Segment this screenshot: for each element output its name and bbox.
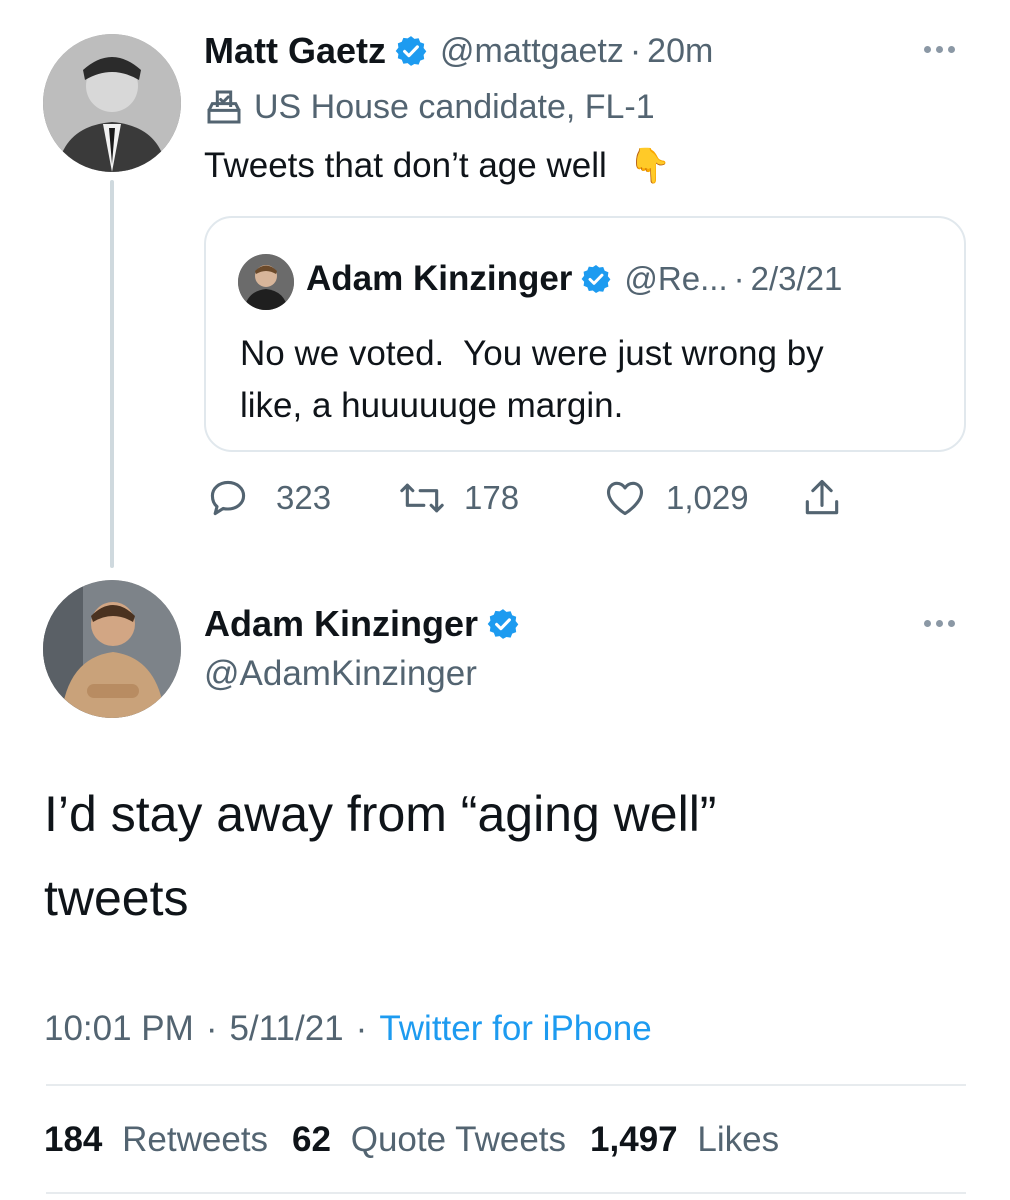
likes-stat[interactable]: 1,497 Likes bbox=[590, 1120, 779, 1160]
verified-badge-icon bbox=[582, 265, 611, 293]
quoted-avatar bbox=[238, 254, 294, 310]
retweets-stat[interactable]: 184 Retweets bbox=[44, 1120, 268, 1160]
divider bbox=[46, 1192, 966, 1194]
tweet-timestamp[interactable]: 20m bbox=[647, 32, 713, 71]
like-button[interactable]: 1,029 bbox=[602, 476, 749, 520]
author-name[interactable]: Adam Kinzinger bbox=[204, 603, 478, 645]
tweet-body: Tweets that don’t age well bbox=[204, 146, 607, 185]
verified-badge-icon bbox=[395, 36, 427, 66]
author-handle[interactable]: @mattgaetz bbox=[440, 32, 624, 71]
separator-dot: · bbox=[355, 1009, 368, 1048]
share-icon bbox=[805, 479, 839, 515]
quote-tweets-count: 62 bbox=[292, 1120, 331, 1159]
quoted-header: Adam Kinzinger @Re... · 2/3/21 bbox=[306, 256, 842, 302]
tweet-meta: 10:01 PM · 5/11/21 · Twitter for iPhone bbox=[44, 1006, 652, 1052]
tweet-text: I’d stay away from “aging well” tweets bbox=[44, 772, 716, 940]
more-options-icon[interactable] bbox=[924, 46, 955, 53]
more-options-icon[interactable] bbox=[924, 620, 955, 627]
retweet-count: 178 bbox=[464, 479, 520, 516]
tweet-header: Adam Kinzinger bbox=[204, 601, 520, 647]
share-button[interactable] bbox=[800, 476, 844, 520]
avatar[interactable] bbox=[43, 34, 181, 172]
retweet-button[interactable]: 178 bbox=[398, 476, 519, 520]
pointing-down-emoji: 👇 bbox=[628, 146, 672, 186]
likes-label: Likes bbox=[697, 1120, 780, 1159]
likes-count: 1,497 bbox=[590, 1120, 678, 1159]
ballot-box-icon bbox=[207, 90, 241, 124]
thread-connector-line bbox=[110, 180, 114, 568]
quoted-text: No we voted. You were just wrong by like… bbox=[240, 328, 824, 432]
tweet-date[interactable]: 5/11/21 bbox=[229, 1009, 343, 1049]
quoted-author-name: Adam Kinzinger bbox=[306, 259, 573, 298]
verified-badge-icon bbox=[487, 609, 519, 639]
retweet-icon bbox=[400, 483, 444, 513]
quoted-text-line: No we voted. You were just wrong by bbox=[240, 334, 824, 373]
tweet-body-line: I’d stay away from “aging well” bbox=[44, 786, 717, 842]
retweets-label: Retweets bbox=[122, 1120, 269, 1159]
separator-dot: · bbox=[205, 1009, 218, 1048]
author-handle[interactable]: @AdamKinzinger bbox=[204, 651, 477, 697]
like-count: 1,029 bbox=[666, 479, 749, 516]
account-label: US House candidate, FL-1 bbox=[204, 84, 655, 130]
reply-button[interactable]: 323 bbox=[206, 476, 331, 520]
separator-dot: · bbox=[629, 31, 642, 70]
avatar[interactable] bbox=[43, 580, 181, 718]
reply-count: 323 bbox=[276, 479, 332, 516]
quoted-author-handle: @Re... bbox=[624, 260, 728, 297]
tweet-header: Matt Gaetz @mattgaetz · 20m bbox=[204, 28, 713, 74]
retweets-count: 184 bbox=[44, 1120, 103, 1159]
quoted-avatar-person-icon bbox=[238, 254, 294, 310]
divider bbox=[46, 1084, 966, 1086]
tweet-source-link[interactable]: Twitter for iPhone bbox=[379, 1009, 651, 1049]
tweet-text: Tweets that don’t age well 👇 bbox=[204, 142, 671, 190]
avatar-person-icon bbox=[43, 34, 181, 172]
author-name[interactable]: Matt Gaetz bbox=[204, 30, 386, 72]
quote-tweets-label: Quote Tweets bbox=[350, 1120, 567, 1159]
quoted-tweet-card[interactable]: Adam Kinzinger @Re... · 2/3/21 No we vot… bbox=[204, 216, 966, 452]
heart-icon bbox=[606, 481, 644, 516]
reply-icon bbox=[210, 480, 246, 516]
tweet-time[interactable]: 10:01 PM bbox=[44, 1009, 194, 1049]
tweet-stats: 184 Retweets 62 Quote Tweets 1,497 Likes bbox=[44, 1116, 779, 1164]
quoted-text-line: like, a huuuuuge margin. bbox=[240, 386, 624, 425]
account-label-text: US House candidate, FL-1 bbox=[254, 87, 655, 126]
quoted-date: 2/3/21 bbox=[750, 260, 843, 297]
avatar-person-icon bbox=[43, 580, 181, 718]
separator-dot: · bbox=[733, 260, 745, 297]
quote-tweets-stat[interactable]: 62 Quote Tweets bbox=[292, 1120, 566, 1160]
tweet-body-line: tweets bbox=[44, 870, 189, 926]
